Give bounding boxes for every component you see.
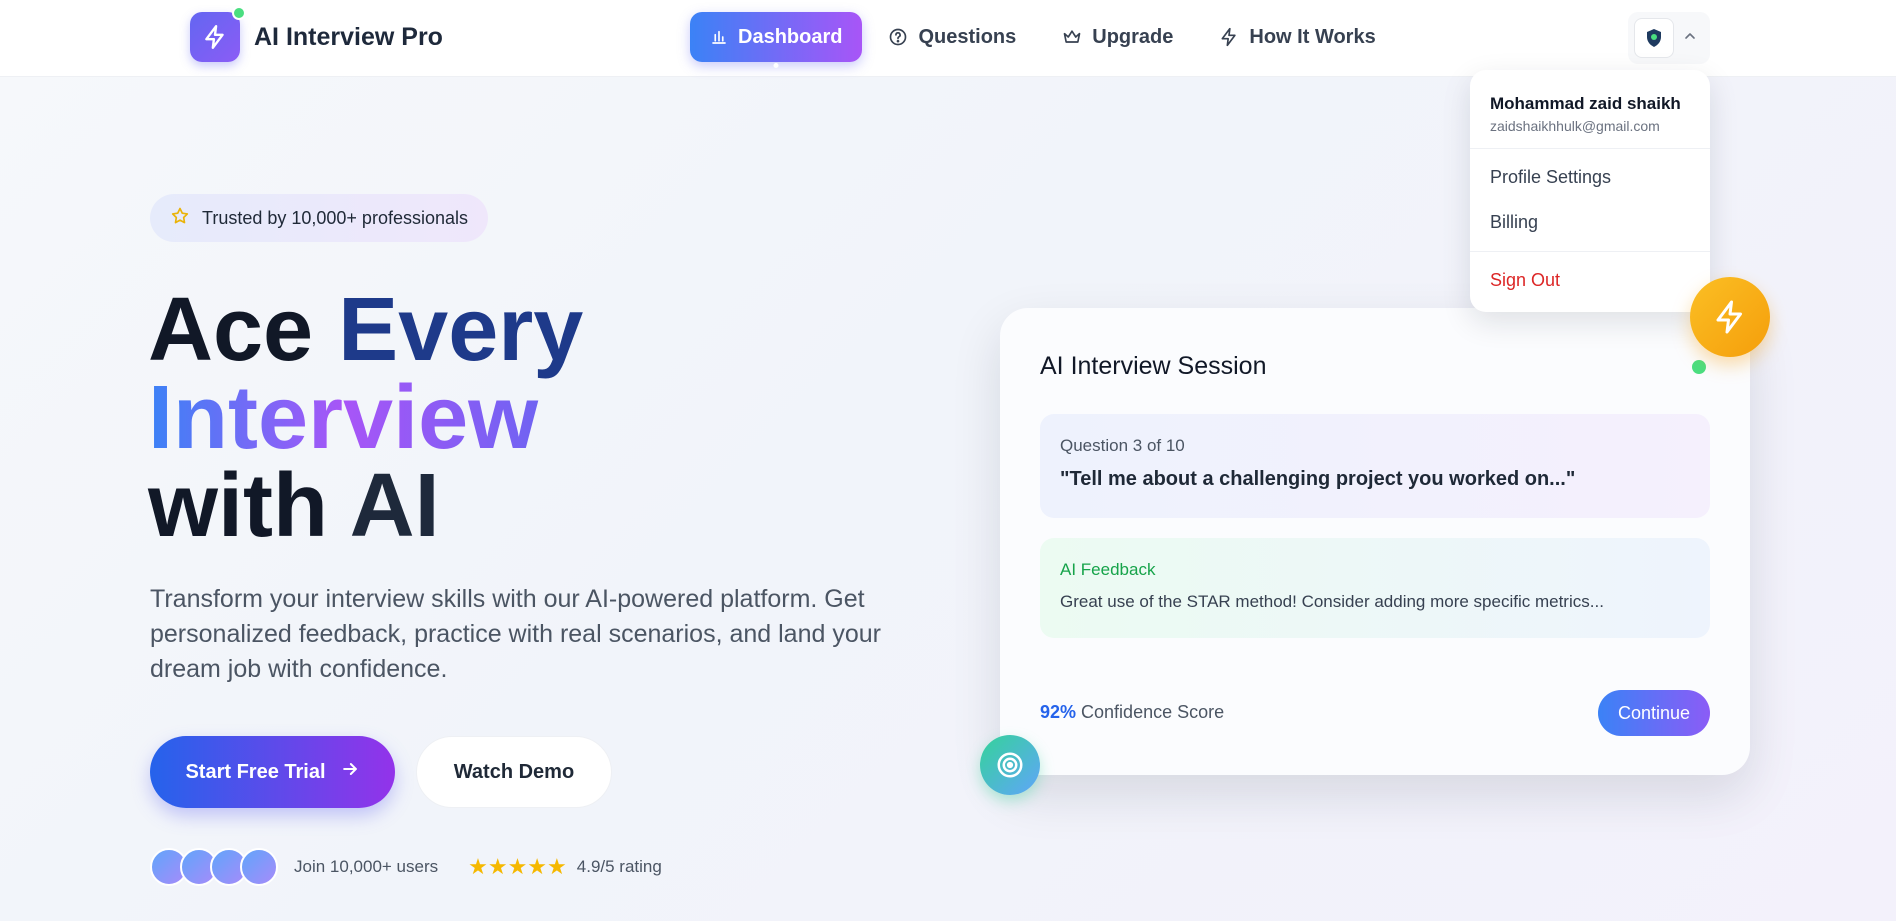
avatar <box>1634 18 1674 58</box>
users-count-text: Join 10,000+ users <box>294 857 439 876</box>
main-nav: Dashboard Questions Upgrade How It Works <box>690 12 1396 62</box>
avatar <box>240 848 278 886</box>
nav-upgrade[interactable]: Upgrade <box>1042 12 1193 62</box>
score-label: Confidence Score <box>1076 702 1225 722</box>
hero-headline: Ace Every Interview with AI <box>148 285 583 551</box>
question-counter: Question 3 of 10 <box>1060 436 1185 455</box>
sign-out-button[interactable]: Sign Out <box>1470 258 1710 303</box>
bar-chart-icon <box>710 28 728 46</box>
user-avatars <box>150 848 278 886</box>
top-header: AI Interview Pro Dashboard Questions Upg… <box>0 0 1896 77</box>
zap-logo-icon <box>190 6 246 62</box>
trust-badge: Trusted by 10,000+ professionals <box>150 194 488 242</box>
nav-how-it-works[interactable]: How It Works <box>1199 12 1395 62</box>
arrow-right-icon <box>340 759 360 785</box>
brand-name: AI Interview Pro <box>254 22 443 51</box>
nav-questions[interactable]: Questions <box>868 12 1036 62</box>
crown-icon <box>1062 27 1082 47</box>
feedback-text: Great use of the STAR method! Consider a… <box>1060 592 1604 611</box>
confidence-score: 92% Confidence Score <box>1040 702 1224 723</box>
user-dropdown-menu: Mohammad zaid shaikh zaidshaikhhulk@gmai… <box>1470 70 1710 312</box>
menu-item-profile-settings[interactable]: Profile Settings <box>1470 155 1710 200</box>
online-status-dot <box>232 6 246 20</box>
question-text: "Tell me about a challenging project you… <box>1060 468 1576 490</box>
headline-word-every: Every <box>338 280 584 380</box>
menu-divider <box>1470 251 1710 252</box>
nav-questions-label: Questions <box>918 25 1017 48</box>
score-value: 92% <box>1040 702 1077 722</box>
headline-word-ace: Ace <box>148 280 339 380</box>
user-email: zaidshaikhhulk@gmail.com <box>1490 118 1660 134</box>
nav-dashboard-label: Dashboard <box>738 25 843 48</box>
start-free-trial-button[interactable]: Start Free Trial <box>150 736 395 808</box>
user-name: Mohammad zaid shaikh <box>1490 94 1681 113</box>
ai-feedback-box: AI Feedback Great use of the STAR method… <box>1040 538 1710 638</box>
headline-word-ai: AI <box>349 456 440 556</box>
interview-session-card: AI Interview Session Question 3 of 10 "T… <box>1000 308 1750 775</box>
headline-line-3: with AI <box>148 461 583 551</box>
social-proof: Join 10,000+ users ★★★★★ 4.9/5 rating <box>150 848 662 886</box>
session-title: AI Interview Session <box>1040 352 1267 380</box>
trust-badge-text: Trusted by 10,000+ professionals <box>202 207 468 228</box>
chevron-up-icon <box>1682 28 1698 49</box>
floating-zap-icon <box>1690 277 1770 357</box>
watch-demo-button[interactable]: Watch Demo <box>416 736 612 808</box>
nav-upgrade-label: Upgrade <box>1092 25 1174 48</box>
question-box: Question 3 of 10 "Tell me about a challe… <box>1040 414 1710 518</box>
star-icon <box>170 206 190 231</box>
hero-subtitle: Transform your interview skills with our… <box>150 585 881 683</box>
help-circle-icon <box>888 27 908 47</box>
user-info: Mohammad zaid shaikh zaidshaikhhulk@gmai… <box>1470 70 1710 149</box>
rating-stars-icon: ★★★★★ <box>468 854 567 879</box>
zap-icon <box>1219 27 1239 47</box>
nav-dashboard[interactable]: Dashboard <box>690 12 863 62</box>
user-menu-button[interactable] <box>1628 12 1710 64</box>
feedback-label: AI Feedback <box>1060 560 1156 579</box>
menu-item-billing[interactable]: Billing <box>1470 200 1710 245</box>
rating-text: 4.9/5 rating <box>576 857 662 876</box>
headline-line-2: Interview <box>148 373 583 463</box>
nav-how-it-works-label: How It Works <box>1249 25 1376 48</box>
live-status-dot <box>1692 360 1706 374</box>
headline-word-with: with <box>148 456 350 556</box>
floating-target-icon <box>980 735 1040 795</box>
start-free-trial-label: Start Free Trial <box>185 760 326 783</box>
continue-button[interactable]: Continue <box>1598 690 1710 736</box>
brand[interactable]: AI Interview Pro <box>190 6 443 62</box>
headline-line-1: Ace Every <box>148 285 583 375</box>
